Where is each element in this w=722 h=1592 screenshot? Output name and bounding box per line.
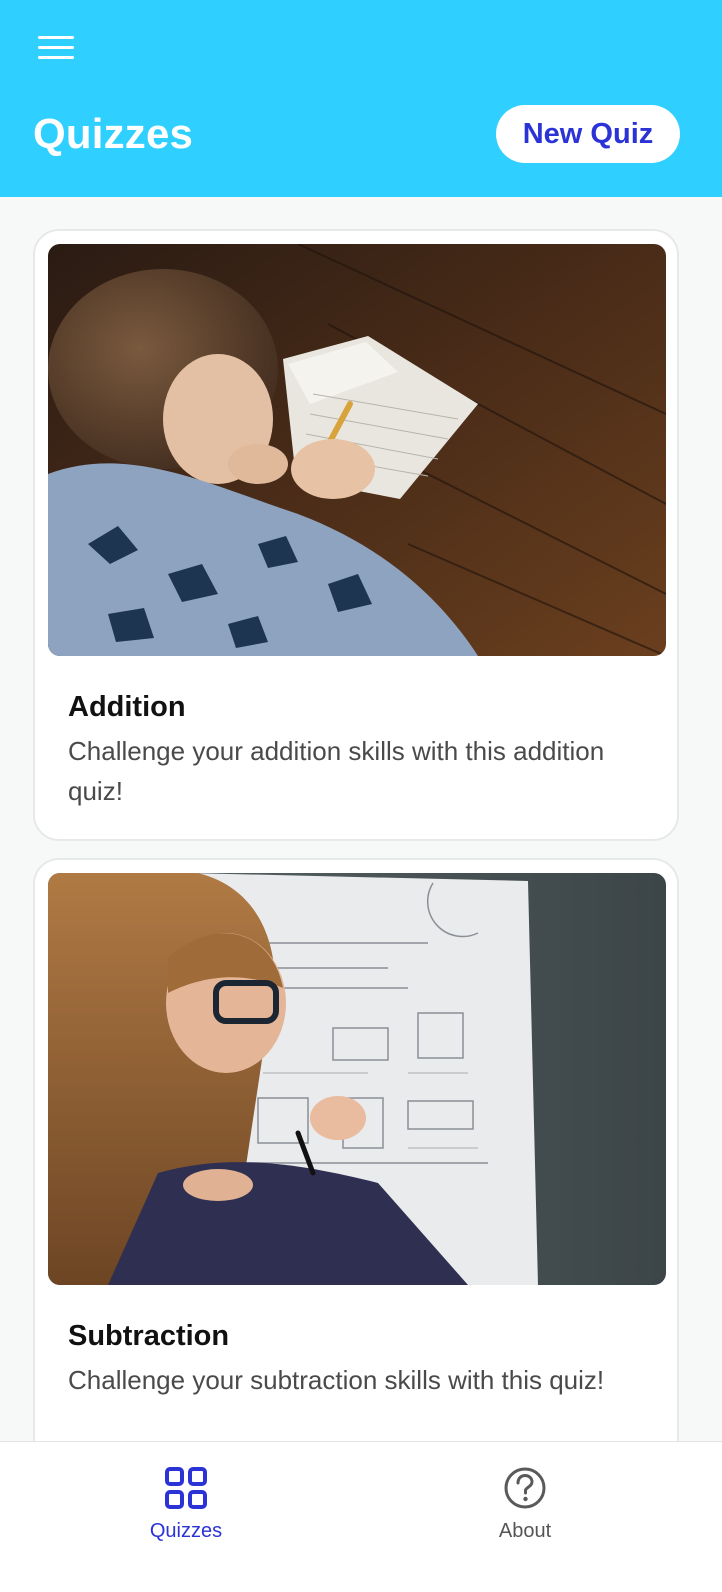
tab-about-label: About <box>498 1520 552 1542</box>
hamburger-menu-icon[interactable] <box>38 34 74 62</box>
new-quiz-button[interactable]: New Quiz <box>496 105 680 163</box>
quiz-description: Challenge your subtraction skills with t… <box>68 1365 605 1395</box>
tab-quizzes[interactable]: Quizzes <box>106 1466 266 1546</box>
tab-about[interactable]: About <box>445 1466 605 1546</box>
tab-quizzes-label: Quizzes <box>149 1520 223 1542</box>
quiz-title: Subtraction <box>68 1320 230 1352</box>
quiz-title: Addition <box>68 691 186 723</box>
quiz-image-addition <box>48 244 666 656</box>
app-header: Quizzes New Quiz <box>0 0 722 197</box>
page-title: Quizzes <box>33 110 194 157</box>
quiz-description: Challenge your addition skills with this… <box>68 736 605 806</box>
help-circle-icon <box>504 1467 546 1509</box>
quiz-card-addition[interactable]: Addition Challenge your addition skills … <box>33 229 679 841</box>
quiz-card-subtraction[interactable]: Subtraction Challenge your subtraction s… <box>33 858 679 1498</box>
bottom-tab-bar: Quizzes About <box>0 1441 722 1592</box>
quiz-image-subtraction <box>48 873 666 1285</box>
grid-icon <box>165 1467 207 1509</box>
